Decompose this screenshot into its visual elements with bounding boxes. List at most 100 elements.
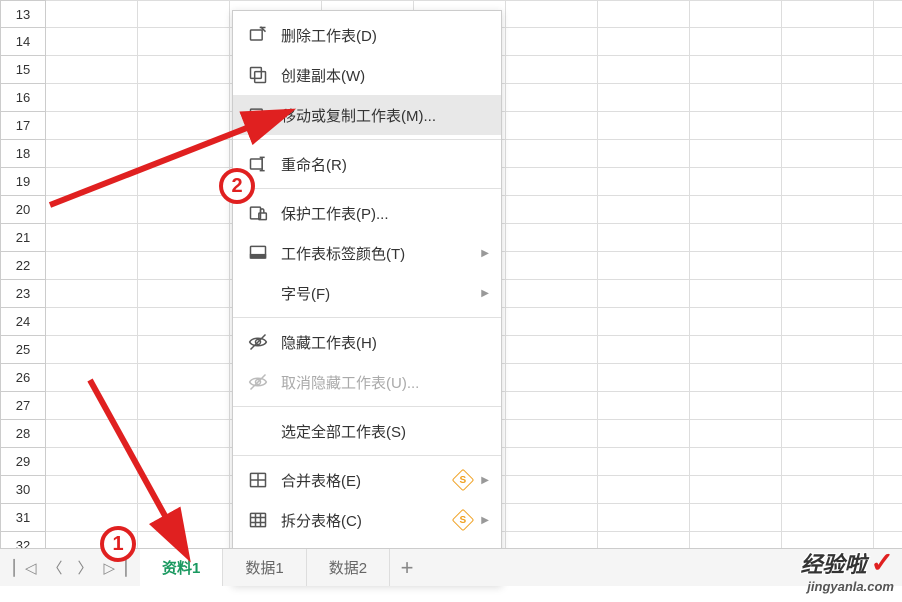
grid-cell[interactable] (506, 196, 598, 224)
grid-cell[interactable] (782, 420, 874, 448)
grid-cell[interactable] (690, 252, 782, 280)
grid-cell[interactable] (782, 252, 874, 280)
grid-cell[interactable] (782, 392, 874, 420)
grid-cell[interactable] (506, 140, 598, 168)
row-header[interactable]: 19 (0, 168, 46, 196)
grid-cell[interactable] (46, 84, 138, 112)
add-sheet-button[interactable]: + (390, 549, 424, 586)
grid-cell[interactable] (46, 56, 138, 84)
row-header[interactable]: 18 (0, 140, 46, 168)
grid-cell[interactable] (506, 420, 598, 448)
menu-item[interactable]: 重命名(R) (233, 144, 501, 184)
grid-cell[interactable] (506, 56, 598, 84)
grid-cell[interactable] (506, 252, 598, 280)
grid-cell[interactable] (46, 112, 138, 140)
grid-cell[interactable] (506, 308, 598, 336)
grid-cell[interactable] (506, 504, 598, 532)
grid-cell[interactable] (874, 0, 902, 28)
grid-cell[interactable] (690, 392, 782, 420)
grid-cell[interactable] (874, 504, 902, 532)
grid-cell[interactable] (874, 420, 902, 448)
grid-cell[interactable] (690, 448, 782, 476)
row-header[interactable]: 24 (0, 308, 46, 336)
menu-item[interactable]: 移动或复制工作表(M)... (233, 95, 501, 135)
grid-cell[interactable] (782, 140, 874, 168)
grid-cell[interactable] (138, 56, 230, 84)
grid-cell[interactable] (46, 196, 138, 224)
row-header[interactable]: 28 (0, 420, 46, 448)
menu-item[interactable]: 删除工作表(D) (233, 15, 501, 55)
grid-cell[interactable] (874, 140, 902, 168)
grid-cell[interactable] (874, 84, 902, 112)
grid-cell[interactable] (138, 0, 230, 28)
grid-cell[interactable] (690, 336, 782, 364)
grid-cell[interactable] (598, 280, 690, 308)
nav-first-icon[interactable]: ▏◁ (14, 557, 36, 579)
row-header[interactable]: 25 (0, 336, 46, 364)
grid-cell[interactable] (874, 364, 902, 392)
grid-cell[interactable] (598, 84, 690, 112)
grid-cell[interactable] (874, 56, 902, 84)
grid-cell[interactable] (506, 224, 598, 252)
grid-cell[interactable] (506, 364, 598, 392)
grid-cell[interactable] (690, 476, 782, 504)
grid-cell[interactable] (598, 476, 690, 504)
row-header[interactable]: 23 (0, 280, 46, 308)
grid-cell[interactable] (874, 168, 902, 196)
grid-cell[interactable] (598, 112, 690, 140)
menu-item[interactable]: 创建副本(W) (233, 55, 501, 95)
nav-prev-icon[interactable]: 〈 (44, 557, 66, 579)
grid-cell[interactable] (690, 168, 782, 196)
grid-cell[interactable] (690, 504, 782, 532)
grid-cell[interactable] (782, 448, 874, 476)
grid-cell[interactable] (138, 84, 230, 112)
row-header[interactable]: 26 (0, 364, 46, 392)
grid-cell[interactable] (138, 140, 230, 168)
grid-cell[interactable] (138, 168, 230, 196)
grid-cell[interactable] (782, 308, 874, 336)
grid-cell[interactable] (46, 168, 138, 196)
grid-cell[interactable] (506, 448, 598, 476)
grid-cell[interactable] (138, 336, 230, 364)
grid-cell[interactable] (138, 196, 230, 224)
grid-cell[interactable] (598, 224, 690, 252)
grid-cell[interactable] (506, 280, 598, 308)
grid-cell[interactable] (782, 112, 874, 140)
row-header[interactable]: 13 (0, 0, 46, 28)
grid-cell[interactable] (874, 336, 902, 364)
grid-cell[interactable] (598, 336, 690, 364)
grid-cell[interactable] (138, 392, 230, 420)
grid-cell[interactable] (506, 336, 598, 364)
row-header[interactable]: 29 (0, 448, 46, 476)
grid-cell[interactable] (874, 476, 902, 504)
grid-cell[interactable] (46, 140, 138, 168)
grid-cell[interactable] (46, 420, 138, 448)
grid-cell[interactable] (690, 84, 782, 112)
grid-cell[interactable] (46, 392, 138, 420)
grid-cell[interactable] (506, 28, 598, 56)
row-header[interactable]: 17 (0, 112, 46, 140)
grid-cell[interactable] (598, 392, 690, 420)
grid-cell[interactable] (138, 420, 230, 448)
grid-cell[interactable] (690, 196, 782, 224)
grid-cell[interactable] (690, 0, 782, 28)
grid-cell[interactable] (138, 224, 230, 252)
menu-item[interactable]: 拆分表格(C)S▶ (233, 500, 501, 540)
grid-cell[interactable] (690, 308, 782, 336)
grid-cell[interactable] (506, 392, 598, 420)
grid-cell[interactable] (874, 392, 902, 420)
grid-cell[interactable] (46, 28, 138, 56)
grid-cell[interactable] (138, 476, 230, 504)
grid-cell[interactable] (782, 476, 874, 504)
grid-cell[interactable] (598, 364, 690, 392)
grid-cell[interactable] (782, 0, 874, 28)
grid-cell[interactable] (690, 140, 782, 168)
grid-cell[interactable] (46, 364, 138, 392)
grid-cell[interactable] (46, 224, 138, 252)
grid-cell[interactable] (598, 56, 690, 84)
row-header[interactable]: 22 (0, 252, 46, 280)
grid-cell[interactable] (138, 504, 230, 532)
grid-cell[interactable] (874, 196, 902, 224)
menu-item[interactable]: 工作表标签颜色(T)▶ (233, 233, 501, 273)
grid-cell[interactable] (874, 112, 902, 140)
